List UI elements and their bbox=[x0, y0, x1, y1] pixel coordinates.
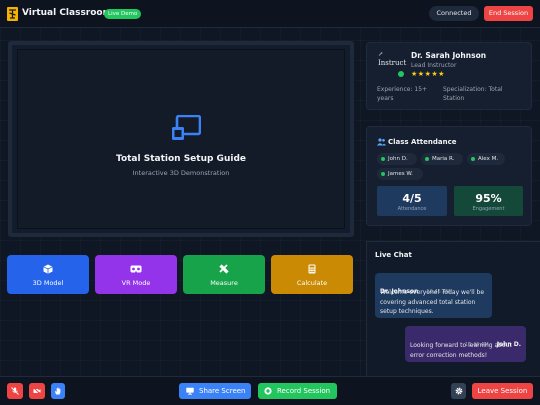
video-canvas[interactable]: Total Station Setup Guide Interactive 3D… bbox=[17, 49, 345, 229]
top-bar: Virtual Classroom Live Demo Connected En… bbox=[0, 0, 540, 28]
mute-microphone-button[interactable] bbox=[7, 383, 23, 399]
attendance-label: Attendance bbox=[397, 206, 427, 212]
instructor-card: ↗ Instruct Dr. Sarah Johnson Lead Instru… bbox=[366, 42, 532, 110]
video-stage: Total Station Setup Guide Interactive 3D… bbox=[8, 41, 354, 237]
cube-icon bbox=[43, 264, 53, 274]
message-text: Looking forward to learning about error … bbox=[410, 342, 512, 359]
raise-hand-button[interactable] bbox=[51, 383, 65, 399]
calculator-icon bbox=[308, 264, 316, 274]
calculate-button[interactable]: Calculate bbox=[271, 255, 353, 294]
attendance-count: 4/5 bbox=[402, 192, 422, 205]
microphone-off-icon bbox=[11, 387, 19, 395]
student-chip: Maria R. bbox=[421, 153, 463, 165]
ruler-pencil-icon bbox=[219, 264, 229, 274]
measure-button[interactable]: Measure bbox=[183, 255, 265, 294]
tool-label: Calculate bbox=[296, 279, 328, 287]
leave-session-label: Leave Session bbox=[477, 387, 528, 395]
attendance-stat: 4/5 Attendance bbox=[377, 186, 447, 216]
video-subtitle: Interactive 3D Demonstration bbox=[132, 169, 230, 177]
engagement-value: 95% bbox=[475, 192, 502, 205]
message-text: Welcome everyone! Today we'll be coverin… bbox=[380, 289, 485, 315]
chat-panel: Live Chat Dr. Johnson 10:45 AM Welcome e… bbox=[366, 241, 540, 376]
bottom-toolbar: Share Screen Record Session Leave Sessio… bbox=[0, 376, 540, 405]
tool-label: VR Mode bbox=[121, 279, 151, 287]
vr-headset-icon bbox=[130, 265, 142, 273]
online-indicator bbox=[381, 172, 385, 176]
instructor-role: Lead Instructor bbox=[411, 62, 457, 69]
star-icon: ★ bbox=[411, 70, 418, 78]
share-screen-button[interactable]: Share Screen bbox=[179, 383, 251, 399]
online-indicator bbox=[425, 157, 429, 161]
end-session-button[interactable]: End Session bbox=[484, 6, 533, 21]
chat-message: Dr. Johnson 10:45 AM Welcome everyone! T… bbox=[375, 273, 492, 318]
online-indicator bbox=[381, 157, 385, 161]
student-name: John D. bbox=[388, 156, 408, 162]
users-icon bbox=[377, 138, 386, 146]
instructor-name: Dr. Sarah Johnson bbox=[411, 51, 487, 60]
star-icon: ★ bbox=[417, 70, 425, 78]
instructor-specialization: Specialization: Total Station bbox=[443, 86, 503, 102]
video-title: Total Station Setup Guide bbox=[116, 154, 246, 164]
camera-off-icon bbox=[33, 387, 41, 395]
gear-icon bbox=[455, 387, 462, 395]
record-icon bbox=[264, 387, 272, 395]
monitor-icon bbox=[186, 387, 194, 395]
screen-cast-icon bbox=[172, 115, 201, 140]
camera-off-button[interactable] bbox=[29, 383, 45, 399]
hand-icon bbox=[55, 387, 61, 395]
star-icon: ★ bbox=[438, 70, 445, 78]
live-demo-badge: Live Demo bbox=[104, 9, 142, 19]
instructor-experience: Experience: 15+ years bbox=[377, 86, 428, 102]
online-indicator bbox=[471, 157, 475, 161]
logo-icon bbox=[7, 7, 18, 21]
student-name: James W. bbox=[388, 171, 413, 177]
app-title: Virtual Classroom bbox=[22, 8, 112, 18]
student-name: Maria R. bbox=[432, 156, 455, 162]
chat-message: 10:46 AM John D. Looking forward to lear… bbox=[405, 326, 526, 362]
attendance-card: Class Attendance John D. Maria R. Alex M… bbox=[366, 126, 532, 226]
student-chip: John D. bbox=[377, 153, 417, 165]
online-indicator bbox=[398, 71, 404, 77]
leave-session-button[interactable]: Leave Session bbox=[472, 383, 533, 399]
engagement-stat: 95% Engagement bbox=[454, 186, 523, 216]
attendance-title: Class Attendance bbox=[388, 138, 457, 146]
engagement-label: Engagement bbox=[472, 206, 505, 212]
vr-mode-button[interactable]: VR Mode bbox=[95, 255, 177, 294]
record-session-label: Record Session bbox=[277, 387, 331, 395]
record-session-button[interactable]: Record Session bbox=[258, 383, 337, 399]
student-chip: Alex M. bbox=[467, 153, 505, 165]
tool-label: 3D Model bbox=[32, 279, 64, 287]
share-screen-label: Share Screen bbox=[199, 387, 246, 395]
rating-stars: ★★★★★ bbox=[411, 70, 445, 78]
3d-model-button[interactable]: 3D Model bbox=[7, 255, 89, 294]
avatar: ↗ Instruct bbox=[378, 51, 407, 67]
student-name: Alex M. bbox=[478, 156, 499, 162]
chat-title: Live Chat bbox=[375, 251, 412, 259]
settings-button[interactable] bbox=[451, 383, 466, 399]
avatar-alt-text: Instruct bbox=[378, 59, 407, 67]
tool-label: Measure bbox=[210, 279, 238, 287]
student-chip: James W. bbox=[377, 168, 423, 180]
connection-status: Connected bbox=[429, 6, 479, 21]
